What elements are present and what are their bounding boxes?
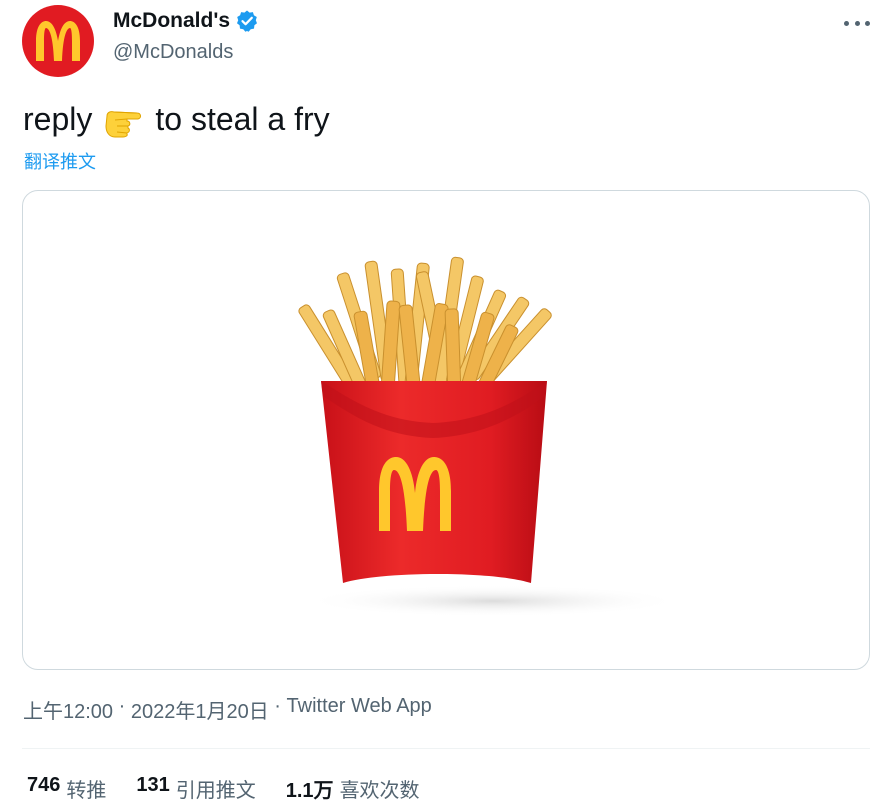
user-handle[interactable]: @McDonalds xyxy=(113,41,233,64)
display-name[interactable]: McDonald's xyxy=(113,9,230,33)
quote-tweets-stat[interactable]: 131 引用推文 xyxy=(136,774,255,803)
tweet-text: reply to steal a fry xyxy=(23,101,330,138)
retweets-count: 746 xyxy=(27,774,61,796)
tweet-text-before: reply xyxy=(23,101,93,137)
pointing-hand-emoji-icon xyxy=(105,110,142,137)
divider xyxy=(22,748,870,749)
verified-badge-icon xyxy=(237,10,258,32)
tweet-metadata: 上午12:00 · 2022年1月20日 · Twitter Web App xyxy=(23,695,432,724)
quotes-count: 131 xyxy=(136,774,170,796)
more-options-icon[interactable] xyxy=(844,13,870,33)
more-dot-icon xyxy=(854,20,860,26)
more-dot-icon xyxy=(844,20,849,26)
quotes-label: 引用推文 xyxy=(175,780,256,802)
likes-label: 喜欢次数 xyxy=(339,780,420,802)
meta-separator: · xyxy=(274,695,281,717)
likes-count: 1.1万 xyxy=(285,780,334,802)
tweet-stats: 746 转推 131 引用推文 1.1万 喜欢次数 xyxy=(27,774,450,803)
tweet-time-link[interactable]: 上午12:00 xyxy=(23,695,113,724)
translate-tweet-link[interactable]: 翻译推文 xyxy=(24,148,96,174)
tweet-date-link[interactable]: 2022年1月20日 xyxy=(131,695,269,724)
tweet-source-link[interactable]: Twitter Web App xyxy=(287,695,432,724)
tweet-text-after: to steal a fry xyxy=(155,101,330,137)
tweet-media-image[interactable] xyxy=(22,190,870,670)
author-name-row[interactable]: McDonald's xyxy=(113,9,259,33)
avatar[interactable] xyxy=(22,5,94,77)
fries-photo xyxy=(298,256,683,617)
retweets-label: 转推 xyxy=(66,780,107,802)
likes-stat[interactable]: 1.1万 喜欢次数 xyxy=(286,774,420,803)
meta-separator: · xyxy=(118,695,126,717)
more-dot-icon xyxy=(865,20,870,26)
retweets-stat[interactable]: 746 转推 xyxy=(27,774,106,803)
golden-arches-logo xyxy=(36,21,80,61)
